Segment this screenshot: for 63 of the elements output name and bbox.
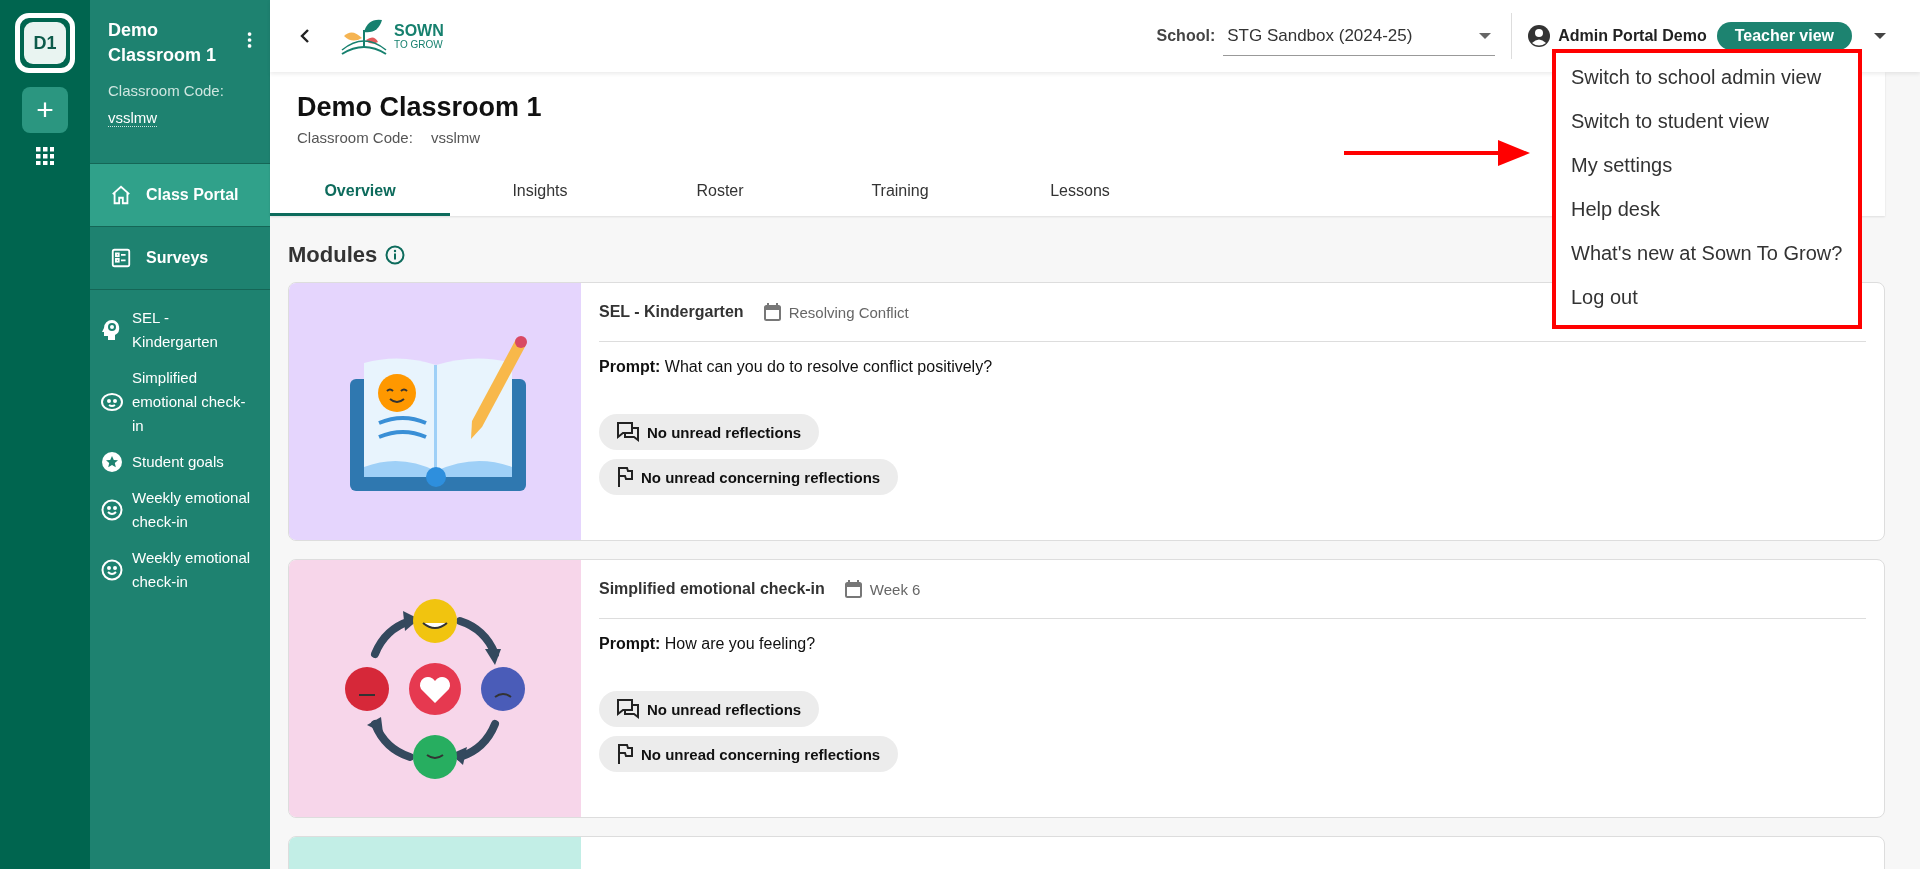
tab[interactable]: Insights bbox=[450, 168, 630, 216]
module-link[interactable]: Weekly emotional check-in bbox=[132, 546, 252, 594]
menu-item[interactable]: Switch to student view bbox=[1556, 99, 1858, 143]
module-prompt: Prompt: What can you do to resolve conflict positively? bbox=[599, 358, 994, 376]
module-schedule: Resolving Conflict bbox=[788, 303, 909, 321]
module-link[interactable]: SEL - Kindergarten bbox=[132, 306, 252, 354]
classroom-code-label: Classroom Code: bbox=[297, 129, 413, 146]
module-link[interactable]: Weekly emotional check-in bbox=[132, 486, 252, 534]
module-schedule: Week 6 bbox=[869, 580, 921, 598]
smiley-icon bbox=[100, 558, 124, 582]
menu-item[interactable]: Help desk bbox=[1556, 187, 1858, 231]
logo[interactable]: SOWN TO GROW bbox=[338, 14, 444, 58]
apps-grid-icon[interactable] bbox=[36, 147, 54, 165]
module-title: SEL - Kindergarten bbox=[599, 303, 744, 321]
user-avatar-icon bbox=[1528, 25, 1551, 47]
tab[interactable]: Roster bbox=[630, 168, 810, 216]
module-card[interactable]: Simplified emotional check-in Week 6 Prompt: How are you feeling? No unread reflections No unread concerning reflections bbox=[288, 559, 1885, 818]
face-icon bbox=[100, 390, 124, 414]
more-options-icon[interactable] bbox=[246, 30, 252, 50]
page-title: Demo Classroom 1 bbox=[297, 92, 542, 123]
nav-label: Surveys bbox=[146, 249, 209, 267]
tab[interactable]: Training bbox=[810, 168, 990, 216]
smiley-icon bbox=[100, 498, 124, 522]
list-icon bbox=[110, 247, 132, 269]
classroom-code: vsslmw bbox=[430, 129, 481, 146]
calendar-icon bbox=[844, 580, 862, 598]
classroom-badge[interactable]: D1 bbox=[15, 13, 75, 73]
module-link[interactable]: Student goals bbox=[132, 450, 252, 474]
reflections-chip[interactable]: No unread reflections bbox=[599, 691, 820, 727]
reflections-chip[interactable]: No unread concerning reflections bbox=[599, 459, 899, 495]
classroom-code-label: Classroom Code: bbox=[108, 82, 225, 99]
flag-icon bbox=[617, 744, 633, 764]
classroom-name: Demo Classroom 1 bbox=[108, 19, 218, 67]
school-label: School: bbox=[1156, 27, 1216, 45]
classroom-code: vsslmw bbox=[108, 109, 158, 127]
school-select[interactable]: STG Sandbox (2024-25) bbox=[1223, 16, 1496, 56]
home-icon bbox=[110, 184, 132, 206]
module-prompt: Prompt: How are you feeling? bbox=[599, 635, 817, 653]
caret-icon[interactable] bbox=[1874, 33, 1886, 39]
menu-item[interactable]: What's new at Sown To Grow? bbox=[1556, 231, 1858, 275]
classroom-initials: D1 bbox=[24, 22, 66, 64]
flag-icon bbox=[617, 467, 633, 487]
chevron-left-icon bbox=[298, 29, 312, 43]
chat-bubbles-icon bbox=[617, 699, 639, 719]
calendar-icon bbox=[763, 303, 781, 321]
reflections-chip[interactable]: No unread reflections bbox=[599, 414, 820, 450]
module-title: Simplified emotional check-in bbox=[599, 580, 825, 598]
reflections-chip[interactable]: No unread concerning reflections bbox=[599, 736, 899, 772]
info-icon[interactable] bbox=[385, 245, 406, 265]
tab[interactable]: Overview bbox=[270, 168, 450, 216]
chat-bubbles-icon bbox=[617, 422, 639, 442]
nav-label: Class Portal bbox=[146, 186, 239, 204]
logo-wordmark: SOWN bbox=[394, 22, 444, 39]
teacher-view-button[interactable]: Teacher view bbox=[1716, 22, 1852, 50]
tab[interactable]: Lessons bbox=[990, 168, 1170, 216]
section-heading: Modules bbox=[288, 242, 378, 268]
add-button[interactable]: + bbox=[22, 87, 68, 133]
menu-item[interactable]: Switch to school admin view bbox=[1556, 55, 1858, 99]
logo-tagline: TO GROW bbox=[394, 38, 444, 50]
caret-icon bbox=[1479, 32, 1492, 39]
menu-item[interactable]: My settings bbox=[1556, 143, 1858, 187]
user-name: Admin Portal Demo bbox=[1558, 27, 1707, 45]
module-link[interactable]: Simplified emotional check-in bbox=[132, 366, 252, 438]
